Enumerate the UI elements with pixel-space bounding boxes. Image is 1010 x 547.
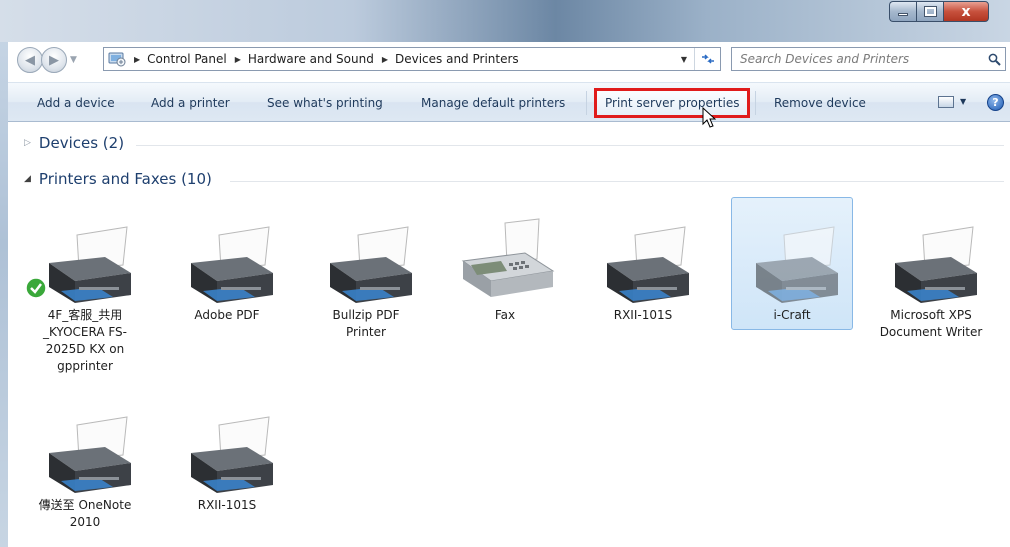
maximize-icon (923, 6, 937, 17)
forward-button[interactable]: ▶ (41, 47, 67, 73)
printer-label: 4F_客服_共用_KYOCERA FS-2025D KX on gpprinte… (42, 308, 128, 373)
printer-label: Microsoft XPS Document Writer (879, 308, 983, 339)
breadcrumb-chevron-icon[interactable]: ▶ (235, 55, 241, 64)
printer-graphic (607, 226, 689, 303)
group-divider (136, 145, 1004, 146)
printer-graphic (756, 226, 838, 303)
search-box (731, 47, 1006, 71)
fax-graphic (461, 218, 555, 297)
maximize-button[interactable] (916, 1, 943, 22)
printer-item[interactable]: RXII-101S (582, 217, 704, 324)
fax-label: Fax (494, 308, 516, 322)
breadcrumb-chevron-icon[interactable]: ▶ (382, 55, 388, 64)
printer-item[interactable]: Microsoft XPS Document Writer (870, 217, 992, 341)
caption-buttons: x (889, 1, 989, 22)
command-bar: Add a device Add a printer See what's pr… (8, 82, 1010, 122)
printer-icon (177, 407, 277, 497)
breadcrumb-control-panel[interactable]: Control Panel (147, 52, 227, 66)
command-separator (755, 91, 756, 115)
breadcrumb-chevron-icon[interactable]: ▶ (134, 55, 140, 64)
printer-icon (593, 217, 693, 307)
devices-group-header[interactable]: ▷ Devices (2) (24, 134, 124, 152)
search-icon[interactable] (983, 53, 1005, 66)
printer-label: i-Craft (773, 308, 811, 322)
address-bar[interactable]: ▶ Control Panel ▶ Hardware and Sound ▶ D… (103, 47, 721, 71)
navigation-buttons: ◀ ▶ ▼ (17, 47, 77, 73)
printer-icon (35, 407, 135, 497)
printer-icon (316, 217, 416, 307)
fax-item[interactable]: Fax (444, 217, 566, 324)
add-printer-button[interactable]: Add a printer (151, 83, 230, 123)
printers-group-label: Printers and Faxes (10) (38, 170, 212, 188)
printer-icon (742, 217, 842, 307)
printer-icon (177, 217, 277, 307)
expanded-triangle-icon[interactable]: ◢ (24, 174, 31, 184)
printer-graphic (191, 416, 273, 493)
minimize-icon (898, 13, 908, 16)
printer-icon (25, 217, 135, 307)
back-button[interactable]: ◀ (17, 47, 43, 73)
add-device-button[interactable]: Add a device (37, 83, 115, 123)
printer-item[interactable]: RXII-101S (166, 407, 288, 514)
breadcrumb-devices-and-printers[interactable]: Devices and Printers (395, 52, 519, 66)
fax-icon (455, 217, 555, 307)
printer-label: Adobe PDF (194, 308, 260, 322)
printer-label: RXII-101S (613, 308, 673, 322)
printer-item[interactable]: Adobe PDF (166, 217, 288, 324)
title-bar[interactable] (0, 0, 1010, 42)
group-divider (230, 181, 1004, 182)
close-button[interactable]: x (943, 1, 989, 22)
printer-item[interactable]: 傳送至 OneNote 2010 (24, 407, 146, 531)
window-border (0, 42, 8, 547)
explorer-window: x ◀ ▶ ▼ ▶ Control Panel ▶ Hardware and S… (0, 0, 1010, 547)
refresh-button[interactable] (694, 48, 720, 70)
breadcrumb-hardware-and-sound[interactable]: Hardware and Sound (248, 52, 374, 66)
refresh-icon (701, 54, 714, 64)
printer-graphic (49, 416, 131, 493)
search-input[interactable] (732, 49, 983, 69)
printer-item[interactable]: 4F_客服_共用_KYOCERA FS-2025D KX on gpprinte… (24, 217, 146, 375)
printer-label: RXII-101S (197, 498, 257, 512)
printer-graphic (49, 226, 131, 303)
printer-item[interactable]: Bullzip PDF Printer (305, 217, 427, 341)
control-panel-icon[interactable] (108, 51, 126, 67)
breadcrumb: ▶ Control Panel ▶ Hardware and Sound ▶ D… (126, 52, 519, 66)
minimize-button[interactable] (889, 1, 916, 22)
printer-label: Bullzip PDF Printer (332, 308, 400, 339)
recent-pages-dropdown[interactable]: ▼ (70, 55, 77, 65)
printers-group-header[interactable]: ◢ Printers and Faxes (10) (24, 170, 212, 188)
devices-group-label: Devices (2) (38, 134, 125, 152)
printer-graphic (895, 226, 977, 303)
printer-graphic (330, 226, 412, 303)
close-icon: x (961, 3, 971, 20)
help-button[interactable]: ? (987, 94, 1004, 111)
collapsed-triangle-icon[interactable]: ▷ (24, 138, 31, 148)
forward-arrow-icon: ▶ (49, 52, 59, 68)
printer-icon (881, 217, 981, 307)
command-separator (586, 91, 587, 115)
manage-default-printers-button[interactable]: Manage default printers (421, 83, 565, 123)
back-arrow-icon: ◀ (25, 52, 35, 68)
address-dropdown-icon[interactable]: ▼ (674, 55, 694, 64)
remove-device-button[interactable]: Remove device (774, 83, 866, 123)
see-whats-printing-button[interactable]: See what's printing (267, 83, 383, 123)
mouse-cursor-icon (702, 107, 716, 128)
print-server-properties-button[interactable]: Print server properties (594, 88, 751, 118)
help-icon: ? (992, 96, 999, 109)
default-printer-check-icon (25, 277, 47, 299)
view-dropdown-icon[interactable]: ▼ (960, 97, 966, 106)
printer-item-selected[interactable]: i-Craft (731, 197, 853, 330)
change-view-icon[interactable] (938, 96, 954, 108)
printer-label: 傳送至 OneNote 2010 (38, 498, 132, 529)
printer-graphic (191, 226, 273, 303)
